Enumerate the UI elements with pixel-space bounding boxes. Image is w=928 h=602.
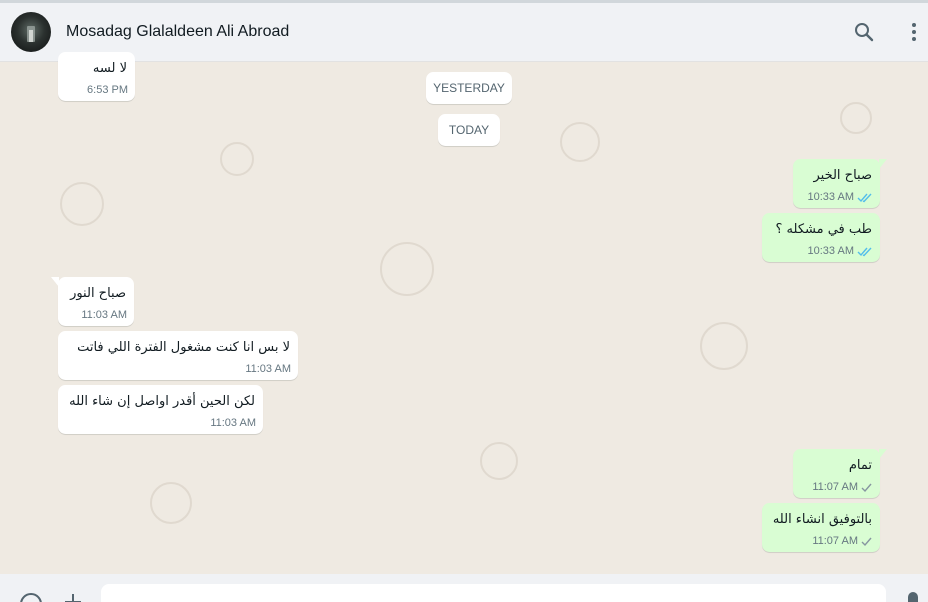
message-meta: 11:03 AM	[81, 309, 127, 321]
avatar[interactable]	[11, 12, 51, 52]
search-button[interactable]	[852, 20, 876, 44]
message-meta: 6:53 PM	[87, 84, 128, 96]
avatar-image-light	[29, 30, 33, 42]
wallpaper-doodle	[220, 142, 254, 176]
message-meta: 11:07 AM	[812, 535, 873, 547]
contact-name[interactable]: Mosadag Glalaldeen Ali Abroad	[66, 23, 289, 41]
message-meta: 10:33 AM	[808, 191, 873, 203]
message-text: صباح النور	[70, 286, 126, 301]
wallpaper-doodle	[480, 442, 518, 480]
message-text: صباح الخير	[813, 168, 872, 183]
message-bubble-outgoing[interactable]: طب في مشكله ؟ 10:33 AM	[762, 213, 880, 262]
single-check-icon	[861, 537, 872, 546]
message-time: 11:03 AM	[210, 417, 256, 429]
composer-bar	[0, 574, 928, 602]
message-time: 11:03 AM	[81, 309, 127, 321]
message-bubble-outgoing[interactable]: بالتوفيق انشاء الله 11:07 AM	[762, 503, 880, 552]
wallpaper-doodle	[150, 482, 192, 524]
search-icon	[855, 23, 874, 42]
message-meta: 11:07 AM	[812, 481, 873, 493]
message-meta: 10:33 AM	[808, 245, 873, 257]
message-time: 11:07 AM	[812, 535, 858, 547]
attach-icon[interactable]	[64, 592, 82, 602]
double-check-read-icon	[857, 247, 872, 256]
wallpaper-doodle	[560, 122, 600, 162]
message-bubble-incoming[interactable]: لا لسه 6:53 PM	[58, 52, 135, 101]
message-meta: 11:03 AM	[245, 363, 291, 375]
message-bubble-outgoing[interactable]: صباح الخير 10:33 AM	[793, 159, 887, 208]
message-bubble-incoming[interactable]: صباح النور 11:03 AM	[51, 277, 134, 326]
message-meta: 11:03 AM	[210, 417, 256, 429]
message-text: طب في مشكله ؟	[775, 222, 872, 237]
message-text: لا بس انا كنت مشغول الفترة اللي فاتت	[77, 340, 290, 355]
wallpaper-doodle	[840, 102, 872, 134]
menu-dots-icon	[912, 23, 916, 41]
single-check-icon	[861, 483, 872, 492]
whatsapp-chat-window: Mosadag Glalaldeen Ali Abroad لا لسه 6:5…	[0, 0, 928, 602]
wallpaper-doodle	[700, 322, 748, 370]
message-text: لكن الحين أقدر اواصل إن شاء الله	[69, 394, 255, 409]
emoji-icon[interactable]	[20, 593, 42, 602]
message-time: 10:33 AM	[807, 191, 854, 203]
date-chip-yesterday: YESTERDAY	[426, 72, 512, 104]
chat-header: Mosadag Glalaldeen Ali Abroad	[0, 3, 928, 62]
message-time: 11:07 AM	[812, 481, 858, 493]
message-bubble-outgoing[interactable]: تمام 11:07 AM	[793, 449, 887, 498]
message-text: بالتوفيق انشاء الله	[772, 512, 872, 527]
message-bubble-incoming[interactable]: لا بس انا كنت مشغول الفترة اللي فاتت 11:…	[58, 331, 298, 380]
wallpaper-doodle	[60, 182, 104, 226]
message-time: 11:03 AM	[245, 363, 291, 375]
mic-icon[interactable]	[908, 592, 918, 602]
message-input[interactable]	[101, 584, 886, 602]
date-chip-today: TODAY	[438, 114, 500, 146]
double-check-read-icon	[857, 193, 872, 202]
menu-button[interactable]	[902, 20, 926, 44]
message-time: 10:33 AM	[807, 245, 854, 257]
message-text: لا لسه	[92, 61, 127, 76]
wallpaper-doodle	[380, 242, 434, 296]
message-text: تمام	[848, 458, 872, 473]
message-time: 6:53 PM	[87, 84, 128, 96]
message-bubble-incoming[interactable]: لكن الحين أقدر اواصل إن شاء الله 11:03 A…	[58, 385, 263, 434]
